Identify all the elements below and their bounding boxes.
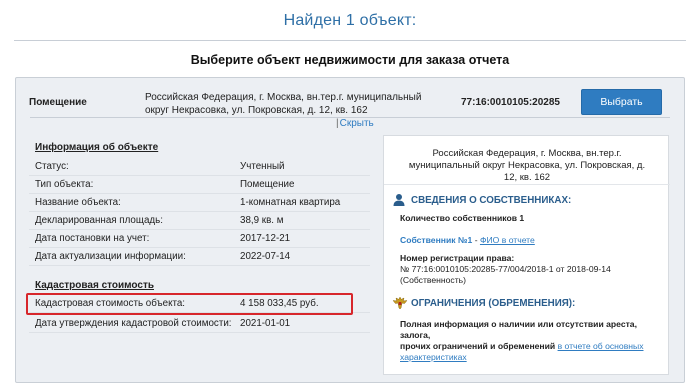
registration-title: Номер регистрации права: xyxy=(400,253,515,263)
person-icon xyxy=(392,193,406,207)
restrictions-line-1: Полная информация о наличии или отсутств… xyxy=(400,319,637,340)
hide-link[interactable]: |Скрыть xyxy=(334,118,376,129)
restrictions-text: Полная информация о наличии или отсутств… xyxy=(400,319,662,363)
highlight-frame xyxy=(26,293,353,315)
object-type: Помещение xyxy=(29,97,87,108)
info-label: Дата утверждения кадастровой стоимости: xyxy=(35,318,232,329)
info-label: Дата актуализации информации: xyxy=(35,251,186,262)
info-label: Декларированная площадь: xyxy=(35,215,163,226)
registration-note: (Собственность) xyxy=(400,275,466,285)
select-button[interactable]: Выбрать xyxy=(581,89,662,115)
info-label: Статус: xyxy=(35,161,69,172)
owner-entry: Собственник №1 - ФИО в отчете xyxy=(400,235,535,246)
object-info-heading: Информация об объекте xyxy=(35,142,159,153)
info-value: 38,9 кв. м xyxy=(240,215,284,226)
info-row: Тип объекта: Помещение xyxy=(29,176,370,194)
info-value: 2021-01-01 xyxy=(240,318,291,329)
page-title: Найден 1 объект: xyxy=(283,12,417,29)
hide-link-label[interactable]: Скрыть xyxy=(340,118,374,129)
details-panel: Российская Федерация, г. Москва, вн.тер.… xyxy=(383,135,670,375)
cadastral-value-heading: Кадастровая стоимость xyxy=(35,280,154,291)
registration-number: № 77:16:0010105:20285-77/004/2018-1 от 2… xyxy=(400,264,611,274)
cadastral-date-row: Дата утверждения кадастровой стоимости: … xyxy=(29,315,370,333)
info-label: Дата постановки на учет: xyxy=(35,233,150,244)
info-row: Статус: Учтенный xyxy=(29,158,370,176)
restrictions-line-2: прочих ограничений и обременений xyxy=(400,341,558,351)
hide-link-separator: | xyxy=(336,118,339,129)
info-label: Название объекта: xyxy=(35,197,121,208)
info-row: Дата постановки на учет: 2017-12-21 xyxy=(29,230,370,248)
page-subtitle: Выберите объект недвижимости для заказа … xyxy=(190,53,510,67)
restrictions-heading: ОГРАНИЧЕНИЯ (ОБРЕМЕНЕНИЯ): xyxy=(392,296,575,310)
restrictions-title: ОГРАНИЧЕНИЯ (ОБРЕМЕНЕНИЯ): xyxy=(411,297,576,309)
panel-divider xyxy=(384,184,670,185)
owner-separator: - xyxy=(472,235,480,245)
panel-address: Российская Федерация, г. Москва, вн.тер.… xyxy=(408,148,646,183)
object-address: Российская Федерация, г. Москва, вн.тер.… xyxy=(145,92,422,116)
cadastral-number: 77:16:0010105:20285 xyxy=(461,97,560,108)
owners-count: Количество собственников 1 xyxy=(400,213,525,223)
basic-report-link[interactable]: в отчете об основных xyxy=(558,341,644,351)
result-card: Помещение Российская Федерация, г. Москв… xyxy=(15,77,685,383)
info-value: Помещение xyxy=(240,179,295,190)
info-value: 2017-12-21 xyxy=(240,233,291,244)
title-divider xyxy=(14,40,686,41)
info-label: Тип объекта: xyxy=(35,179,94,190)
info-value: Учтенный xyxy=(240,161,285,172)
info-row: Дата актуализации информации: 2022-07-14 xyxy=(29,248,370,266)
info-value: 1-комнатная квартира xyxy=(240,197,341,208)
info-value: 2022-07-14 xyxy=(240,251,291,262)
info-row: Название объекта: 1-комнатная квартира xyxy=(29,194,370,212)
basic-report-link-continued[interactable]: характеристиках xyxy=(400,352,467,362)
owners-title: СВЕДЕНИЯ О СОБСТВЕННИКАХ: xyxy=(411,194,572,206)
owner-name-link[interactable]: ФИО в отчете xyxy=(480,235,535,245)
owners-heading: СВЕДЕНИЯ О СОБСТВЕННИКАХ: xyxy=(392,193,571,207)
owner-label: Собственник №1 xyxy=(400,235,473,245)
info-row: Декларированная площадь: 38,9 кв. м xyxy=(29,212,370,230)
eagle-emblem-icon xyxy=(392,296,408,310)
